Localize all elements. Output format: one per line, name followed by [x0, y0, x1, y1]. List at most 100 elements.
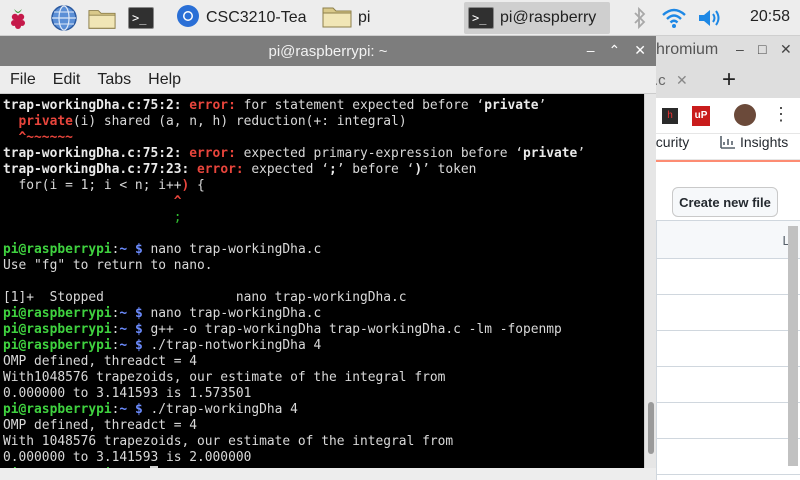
tab-close-icon[interactable]: ✕	[676, 72, 688, 89]
table-row[interactable]	[657, 295, 800, 331]
table-row[interactable]	[657, 403, 800, 439]
volume-button[interactable]	[696, 3, 724, 33]
table-row[interactable]	[657, 331, 800, 367]
task-chromium[interactable]: CSC3210-Tea	[172, 2, 316, 34]
scrollbar-thumb[interactable]	[648, 402, 654, 454]
terminal-line: OMP defined, threadct = 4	[0, 354, 644, 370]
terminal-screen[interactable]: trap-workingDha.c:75:2: error: for state…	[0, 94, 644, 468]
terminal-line: ^~~~~~~	[0, 130, 644, 146]
output-text: for(i = 1; i < n; i++	[3, 178, 182, 193]
chromium-tabstrip: .c ✕ +	[640, 64, 800, 98]
chromium-titlebar[interactable]: hromium – □ ✕	[640, 36, 800, 64]
prompt-dollar: $	[127, 402, 151, 417]
table-row[interactable]	[657, 439, 800, 475]
menu-file[interactable]: File	[10, 71, 36, 89]
output-text: trap-workingDha.c:77:23:	[3, 162, 198, 177]
table-row[interactable]	[657, 367, 800, 403]
menubar: File Edit Tabs Help	[0, 66, 656, 94]
maximize-icon[interactable]: □	[758, 41, 766, 57]
more-menu-icon[interactable]: ⋮	[772, 104, 790, 125]
terminal-line: 0.000000 to 3.141593 is 2.000000	[0, 450, 644, 466]
output-text: ;	[3, 210, 182, 225]
bluetooth-button[interactable]	[626, 3, 654, 33]
terminal-icon: >_	[468, 7, 494, 29]
terminal-line: With1048576 trapezoids, our estimate of …	[0, 370, 644, 386]
globe-icon	[50, 5, 78, 31]
repo-nav: ecurity Insights	[640, 134, 800, 160]
chromium-window: hromium – □ ✕ .c ✕ + h uP ⋮ ecurity Insi…	[640, 36, 800, 480]
output-text: )	[414, 162, 423, 177]
terminal-line: for(i = 1; i < n; i++) {	[0, 178, 644, 194]
terminal-line: trap-workingDha.c:75:2: error: for state…	[0, 98, 644, 114]
raspberry-menu-button[interactable]	[4, 3, 32, 33]
task-file-manager[interactable]: pi	[318, 2, 460, 34]
terminal-scrollbar[interactable]	[644, 94, 656, 468]
minimize-icon[interactable]: –	[736, 41, 744, 57]
output-text: ^~~~~~~	[3, 130, 73, 145]
create-new-file-button[interactable]: Create new file	[672, 187, 778, 217]
output-text: ;	[328, 162, 337, 177]
extension-icon[interactable]: h	[662, 108, 678, 124]
output-text: [1]+ Stopped nano trap-workingDha.c	[3, 290, 407, 305]
menu-edit[interactable]: Edit	[53, 71, 81, 89]
menu-help[interactable]: Help	[148, 71, 181, 89]
file-table: La	[656, 220, 800, 480]
prompt-dollar: $	[127, 306, 151, 321]
volume-icon	[696, 5, 724, 31]
minimize-icon[interactable]: –	[587, 42, 595, 59]
task-label: CSC3210-Tea	[206, 9, 307, 26]
file-manager-launcher[interactable]	[88, 3, 116, 33]
terminal-launcher[interactable]: >_	[128, 3, 154, 33]
output-text: ’	[577, 146, 586, 161]
close-icon[interactable]: ✕	[780, 41, 792, 58]
maximize-icon[interactable]: ⌃	[609, 42, 621, 59]
web-browser-launcher[interactable]	[50, 3, 78, 33]
output-text: 0.000000 to 3.141593 is 2.000000	[3, 450, 252, 465]
close-icon[interactable]: ✕	[634, 42, 646, 59]
task-terminal[interactable]: >_ pi@raspberry	[464, 2, 610, 34]
window-title: pi@raspberrypi: ~	[268, 43, 388, 60]
profile-avatar[interactable]	[734, 104, 756, 126]
extension-badge: h	[667, 110, 673, 121]
prompt-user: pi@raspberrypi	[3, 322, 112, 337]
prompt-user: pi@raspberrypi	[3, 242, 112, 257]
scrollbar[interactable]	[788, 226, 798, 466]
prompt-dollar: $	[127, 338, 151, 353]
bluetooth-icon	[626, 5, 654, 31]
nav-insights[interactable]: Insights	[720, 134, 788, 150]
terminal-line: trap-workingDha.c:75:2: error: expected …	[0, 146, 644, 162]
prompt-user: pi@raspberrypi	[3, 306, 112, 321]
terminal-line: private(i) shared (a, n, h) reduction(+:…	[0, 114, 644, 130]
command-text: ./trap-notworkingDha 4	[150, 338, 322, 353]
output-text: ’ token	[422, 162, 477, 177]
command-text: nano trap-workingDha.c	[150, 306, 322, 321]
table-row[interactable]	[657, 259, 800, 295]
nav-underline	[656, 160, 800, 162]
terminal-titlebar[interactable]: pi@raspberrypi: ~ – ⌃ ✕	[0, 36, 656, 66]
output-text: 0.000000 to 3.141593 is 1.573501	[3, 386, 252, 401]
output-text: error:	[197, 162, 252, 177]
chromium-toolbar: h uP ⋮	[640, 98, 800, 134]
output-text: for statement expected before ‘	[243, 98, 485, 113]
nav-insights-label: Insights	[740, 134, 789, 150]
terminal-line: Use "fg" to return to nano.	[0, 258, 644, 274]
terminal-line: pi@raspberrypi:~ $ nano trap-workingDha.…	[0, 306, 644, 322]
taskbar: >_ CSC3210-Tea pi >_ pi@raspberry 20:58	[0, 0, 800, 36]
output-text: ’	[538, 98, 547, 113]
command-text: ./trap-workingDha 4	[150, 402, 298, 417]
menu-tabs[interactable]: Tabs	[97, 71, 131, 89]
folder-icon	[88, 5, 116, 31]
output-text: expected ‘	[251, 162, 329, 177]
new-tab-button[interactable]: +	[722, 66, 736, 94]
graph-icon	[720, 136, 735, 149]
output-text: private	[18, 114, 73, 129]
clock[interactable]: 20:58	[750, 8, 790, 26]
terminal-window: pi@raspberrypi: ~ – ⌃ ✕ File Edit Tabs H…	[0, 36, 656, 480]
ublock-extension-icon[interactable]: uP	[692, 106, 710, 126]
output-text: trap-workingDha.c:75:2:	[3, 146, 190, 161]
output-text: (i) shared (a, n, h) reduction(+: integr…	[72, 114, 407, 129]
file-table-header: La	[657, 221, 800, 259]
wifi-button[interactable]	[660, 3, 688, 33]
